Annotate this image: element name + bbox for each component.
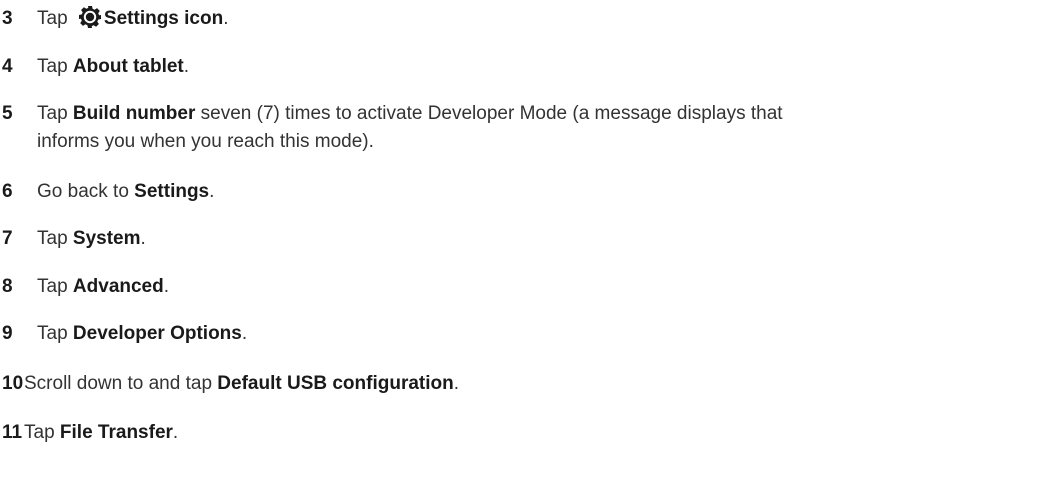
instruction-steps: 3 Tap Settings icon. 4 Tap About tablet.… xyxy=(0,0,1054,498)
step-text: Tap About tablet. xyxy=(37,56,190,77)
step-number: 6 xyxy=(2,181,13,202)
step-text-continued: informs you when you reach this mode). xyxy=(37,131,374,152)
step-number: 10 xyxy=(2,373,24,394)
step-number: 4 xyxy=(2,56,13,77)
step-number: 5 xyxy=(2,103,13,124)
step-text: Go back to Settings. xyxy=(37,181,215,202)
step-text: Tap Settings icon. xyxy=(37,5,229,33)
step-text: Tap File Transfer. xyxy=(24,422,179,443)
step-text: Tap System. xyxy=(37,228,146,249)
step-number: 3 xyxy=(2,8,13,29)
step-number: 9 xyxy=(2,323,13,344)
gear-icon xyxy=(78,6,101,28)
step-text: Tap Developer Options. xyxy=(37,323,248,344)
step-number: 11 xyxy=(2,422,23,443)
step-text: Tap Build number seven (7) times to acti… xyxy=(37,100,783,156)
step-text: Scroll down to and tap Default USB confi… xyxy=(24,373,460,394)
step-text: Tap Advanced. xyxy=(37,276,170,297)
step-number: 8 xyxy=(2,276,13,297)
step-number: 7 xyxy=(2,228,13,249)
